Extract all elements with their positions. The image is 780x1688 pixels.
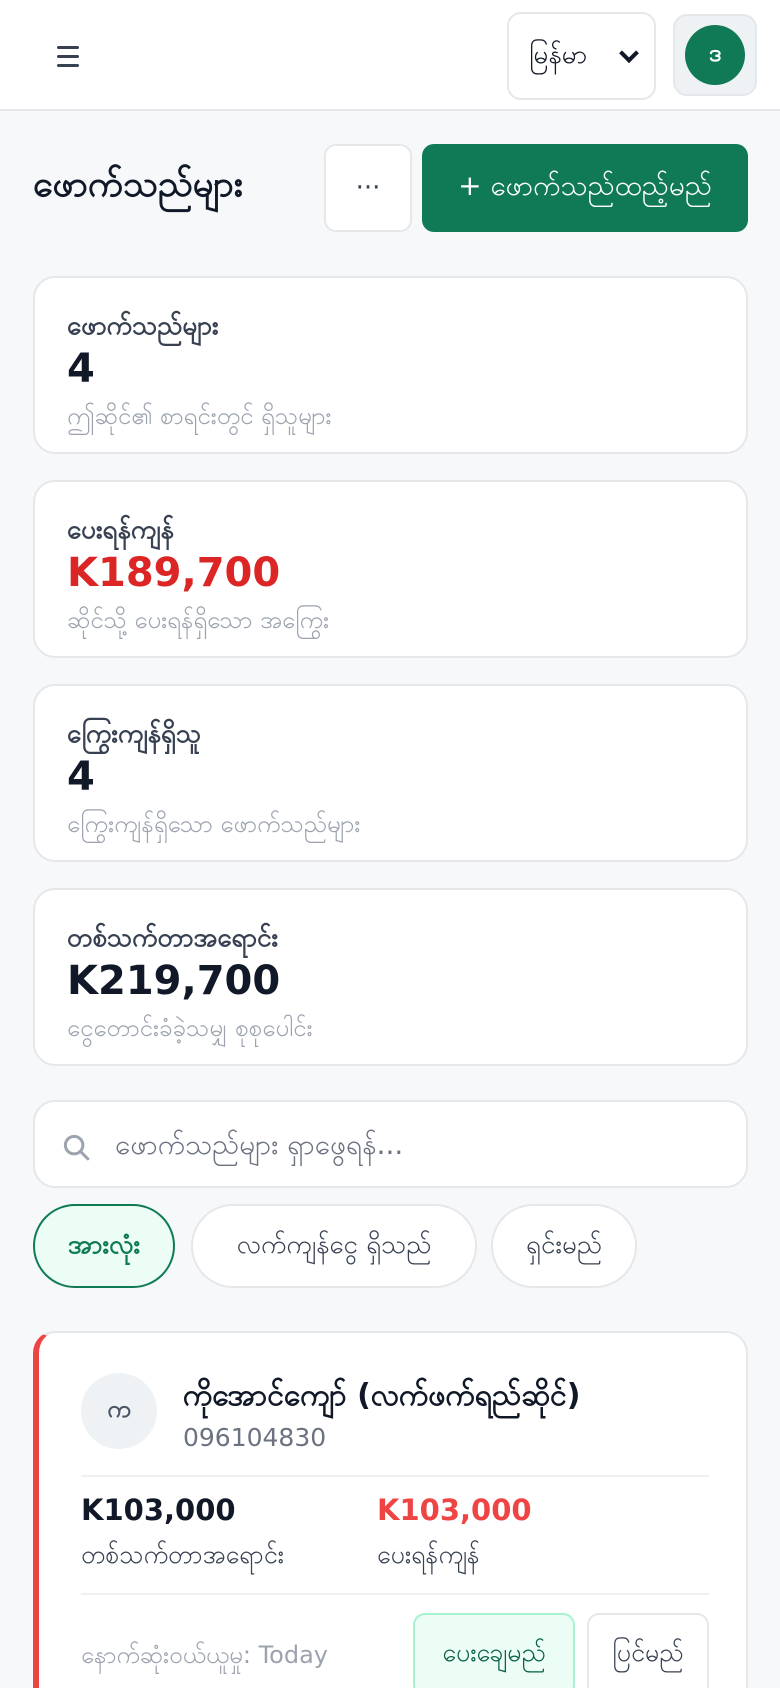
user-menu-button[interactable]: ဒ bbox=[673, 14, 757, 96]
customer-name: ကိုအောင်ကျော် (လက်ဖက်ရည်ဆိုင်) bbox=[183, 1378, 581, 1413]
filter-chip-settled[interactable]: ရှင်းမည် bbox=[491, 1204, 637, 1288]
due-value: K103,000 bbox=[377, 1493, 532, 1527]
search-icon bbox=[63, 1134, 90, 1161]
customer-phone: 096104830 bbox=[183, 1423, 327, 1452]
last-purchase: နောက်ဆုံးဝယ်ယူမှု: Today bbox=[81, 1641, 329, 1669]
stat-card-lifetime-sales: တစ်သက်တာအရောင်း K219,700 ငွေတောင်းခံခဲ့သ… bbox=[33, 888, 748, 1066]
more-options-button[interactable]: ··· bbox=[324, 144, 412, 232]
filter-chip-all[interactable]: အားလုံး bbox=[33, 1204, 175, 1288]
stat-value: 4 bbox=[67, 754, 95, 800]
edit-button[interactable]: ပြင်မည် bbox=[587, 1613, 709, 1688]
stat-description: ဤဆိုင်၏ စာရင်းတွင် ရှိသူများ bbox=[67, 402, 332, 430]
stat-card-outstanding: ပေးရန်ကျန် K189,700 ဆိုင်သို့ ပေးရန်ရှိသ… bbox=[33, 480, 748, 658]
lifetime-label: တစ်သက်တာအရောင်း bbox=[81, 1540, 285, 1569]
language-select-value: မြန်မာ bbox=[529, 39, 588, 70]
stat-label: ကြွေးကျန်ရှိသူ bbox=[67, 719, 202, 749]
customer-card[interactable]: က ကိုအောင်ကျော် (လက်ဖက်ရည်ဆိုင်) 0961048… bbox=[33, 1331, 748, 1688]
stat-label: ဖောက်သည်များ bbox=[67, 311, 219, 341]
search-box bbox=[33, 1100, 748, 1188]
stat-card-debtors: ကြွေးကျန်ရှိသူ 4 ကြွေးကျန်ရှိသော ဖောက်သည… bbox=[33, 684, 748, 862]
pay-button[interactable]: ပေးချေမည် bbox=[413, 1613, 575, 1688]
stat-label: တစ်သက်တာအရောင်း bbox=[67, 923, 279, 953]
divider bbox=[81, 1593, 709, 1595]
stat-value: K189,700 bbox=[67, 550, 281, 596]
due-label: ပေးရန်ကျန် bbox=[377, 1540, 480, 1569]
customer-avatar: က bbox=[81, 1373, 157, 1449]
stat-description: ကြွေးကျန်ရှိသော ဖောက်သည်များ bbox=[67, 810, 361, 838]
filter-chip-has-balance[interactable]: လက်ကျန်ငွေ ရှိသည် bbox=[191, 1204, 477, 1288]
divider bbox=[81, 1475, 709, 1477]
page-title: ဖောက်သည်များ bbox=[33, 164, 243, 205]
top-bar: မြန်မာ ဒ bbox=[0, 0, 780, 111]
stat-card-customers: ဖောက်သည်များ 4 ဤဆိုင်၏ စာရင်းတွင် ရှိသူမ… bbox=[33, 276, 748, 454]
stat-label: ပေးရန်ကျန် bbox=[67, 515, 174, 545]
stat-description: ငွေတောင်းခံခဲ့သမျှ စုစုပေါင်း bbox=[67, 1014, 313, 1042]
language-select[interactable]: မြန်မာ bbox=[507, 12, 656, 100]
stat-description: ဆိုင်သို့ ပေးရန်ရှိသော အကြွေး bbox=[67, 606, 330, 634]
search-input[interactable] bbox=[115, 1102, 725, 1186]
add-customer-button[interactable]: + ဖောက်သည်ထည့်မည် bbox=[422, 144, 748, 232]
stat-value: 4 bbox=[67, 346, 95, 392]
avatar: ဒ bbox=[685, 25, 745, 85]
lifetime-value: K103,000 bbox=[81, 1493, 236, 1527]
chevron-down-icon bbox=[619, 43, 639, 64]
stat-value: K219,700 bbox=[67, 958, 281, 1004]
menu-icon[interactable] bbox=[44, 36, 92, 76]
